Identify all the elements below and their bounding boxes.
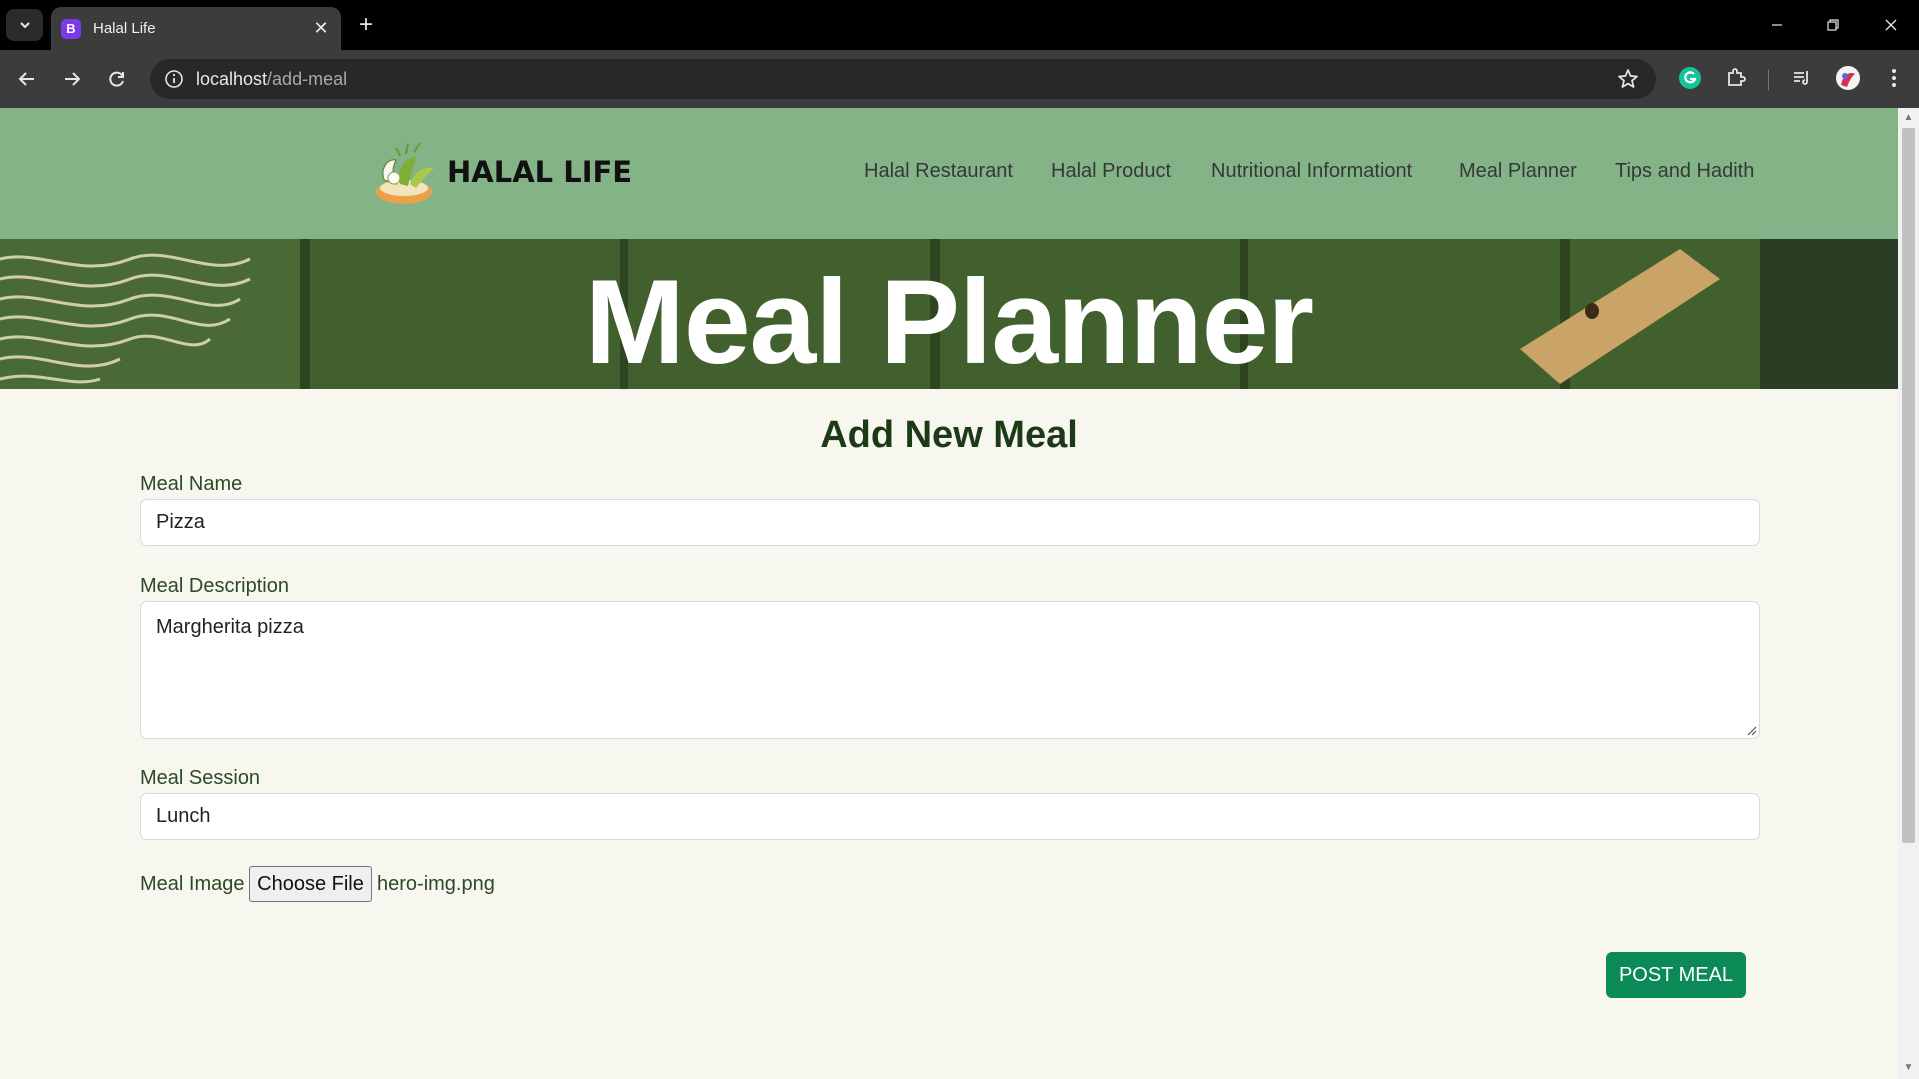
browser-tab-active[interactable]: B Halal Life ✕ [51, 7, 341, 50]
nav-halal-restaurant[interactable]: Halal Restaurant [864, 160, 1013, 183]
nav-nutritional-information[interactable]: Nutritional Informationt [1211, 160, 1412, 183]
chevron-down-icon [19, 22, 30, 29]
choose-file-button[interactable]: Choose File [249, 866, 372, 902]
tab-search-button[interactable] [6, 9, 43, 41]
tab-title: Halal Life [93, 20, 156, 37]
back-arrow-icon[interactable] [12, 64, 42, 94]
url-path: /add-meal [267, 69, 348, 89]
form-title: Add New Meal [820, 414, 1078, 456]
profile-avatar-icon[interactable] [1834, 64, 1862, 92]
browser-menu-icon[interactable] [1880, 64, 1908, 92]
selected-file-name: hero-img.png [377, 873, 495, 895]
close-window-icon[interactable] [1876, 10, 1906, 40]
grammarly-icon[interactable] [1676, 64, 1704, 92]
meal-description-textarea[interactable]: Margherita pizza [140, 601, 1760, 739]
halal-life-logo-icon[interactable] [370, 140, 442, 210]
meal-name-label: Meal Name [140, 473, 243, 495]
post-meal-button[interactable]: POST MEAL [1606, 952, 1746, 998]
toolbar-divider [1768, 70, 1769, 90]
meal-session-label: Meal Session [140, 767, 261, 789]
meal-session-value: Lunch [156, 805, 211, 827]
forward-arrow-icon[interactable] [57, 64, 87, 94]
url-text: localhost/add-meal [196, 69, 347, 90]
meal-image-label: Meal Image [140, 873, 245, 895]
hero-title: Meal Planner [584, 255, 1314, 389]
hero-banner: Meal Planner [0, 239, 1898, 389]
url-host: localhost [196, 69, 268, 89]
scroll-down-arrow-icon[interactable]: ▼ [1903, 1062, 1914, 1073]
nav-tips-and-hadith[interactable]: Tips and Hadith [1615, 160, 1754, 183]
reload-icon[interactable] [102, 64, 132, 94]
bookmark-star-icon[interactable] [1616, 67, 1640, 91]
scroll-up-arrow-icon[interactable]: ▲ [1903, 112, 1914, 123]
browser-tab-bar: B Halal Life ✕ + [0, 0, 1919, 50]
brand-name[interactable]: HALAL LIFE [447, 155, 632, 189]
site-info-icon[interactable] [164, 69, 184, 89]
favicon-icon: B [61, 18, 81, 39]
resize-handle-icon[interactable] [1745, 724, 1757, 736]
site-header: HALAL LIFE Halal Restaurant Halal Produc… [0, 108, 1898, 239]
meal-description-label: Meal Description [140, 575, 289, 597]
minimize-icon[interactable] [1762, 10, 1792, 40]
restore-icon[interactable] [1818, 10, 1848, 40]
meal-name-value: Pizza [156, 511, 205, 533]
add-meal-section: Add New Meal Meal Name Pizza Meal Descri… [0, 389, 1898, 1079]
address-bar[interactable]: localhost/add-meal [150, 59, 1656, 99]
new-tab-plus-icon[interactable]: + [352, 11, 380, 39]
scrollbar-thumb[interactable] [1902, 128, 1915, 843]
extensions-puzzle-icon[interactable] [1722, 64, 1750, 92]
browser-toolbar: localhost/add-meal [0, 50, 1919, 108]
page-scrollbar[interactable]: ▲ ▼ [1898, 108, 1919, 1079]
tab-close-icon[interactable]: ✕ [309, 17, 333, 41]
meal-session-input[interactable]: Lunch [140, 793, 1760, 840]
meal-name-input[interactable]: Pizza [140, 499, 1760, 546]
media-control-icon[interactable] [1788, 64, 1816, 92]
meal-description-value: Margherita pizza [156, 616, 304, 638]
nav-meal-planner[interactable]: Meal Planner [1459, 160, 1577, 183]
nav-halal-product[interactable]: Halal Product [1051, 160, 1171, 183]
